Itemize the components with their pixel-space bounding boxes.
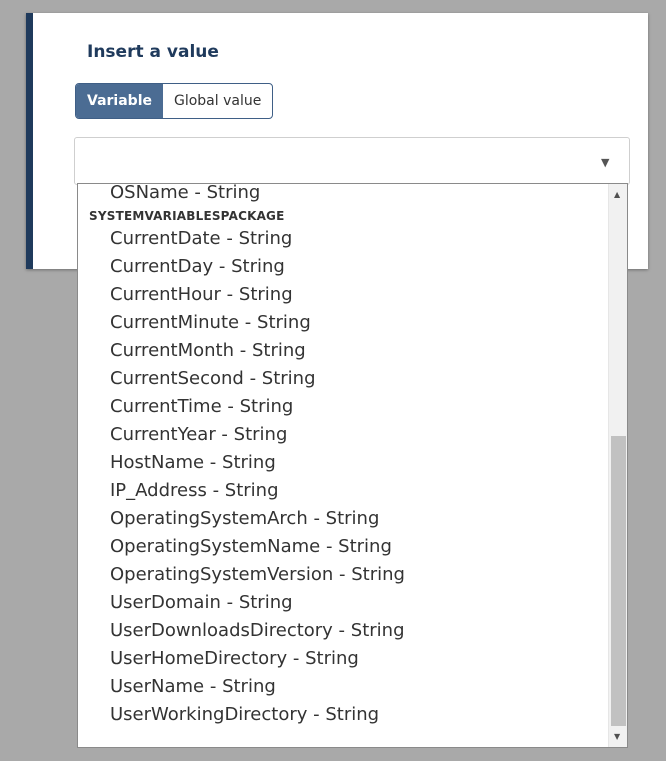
dropdown-items: OSName - String SYSTEMVARIABLESPACKAGE Cur…: [78, 184, 606, 729]
dropdown-option[interactable]: CurrentHour - String: [78, 281, 606, 309]
dropdown-option[interactable]: CurrentSecond - String: [78, 365, 606, 393]
dropdown-option[interactable]: CurrentYear - String: [78, 421, 606, 449]
dropdown-option[interactable]: HostName - String: [78, 449, 606, 477]
dropdown-option[interactable]: UserHomeDirectory - String: [78, 645, 606, 673]
dropdown-option[interactable]: UserWorkingDirectory - String: [78, 701, 606, 729]
dropdown-option[interactable]: UserName - String: [78, 673, 606, 701]
dropdown-option[interactable]: CurrentDay - String: [78, 253, 606, 281]
scrollbar-thumb[interactable]: [611, 436, 626, 727]
dropdown-option[interactable]: OperatingSystemName - String: [78, 533, 606, 561]
dropdown-option[interactable]: OperatingSystemArch - String: [78, 505, 606, 533]
dropdown-option[interactable]: UserDomain - String: [78, 589, 606, 617]
variable-select[interactable]: [74, 137, 630, 185]
tab-global-value[interactable]: Global value: [163, 84, 272, 118]
dropdown-option[interactable]: CurrentDate - String: [78, 225, 606, 253]
dropdown-option[interactable]: IP_Address - String: [78, 477, 606, 505]
dropdown-group-header: SYSTEMVARIABLESPACKAGE: [89, 209, 285, 223]
dropdown-option[interactable]: CurrentTime - String: [78, 393, 606, 421]
dialog-title: Insert a value: [87, 42, 219, 62]
dropdown-option[interactable]: OSName - String: [78, 184, 606, 207]
variable-dropdown-list: OSName - String SYSTEMVARIABLESPACKAGE Cur…: [77, 183, 628, 748]
dropdown-option[interactable]: OperatingSystemVersion - String: [78, 561, 606, 589]
dropdown-option[interactable]: CurrentMonth - String: [78, 337, 606, 365]
dropdown-option[interactable]: CurrentMinute - String: [78, 309, 606, 337]
scroll-up-arrow-icon[interactable]: ▲: [614, 190, 620, 199]
tab-variable[interactable]: Variable: [76, 84, 163, 118]
scroll-down-arrow-icon[interactable]: ▼: [614, 732, 620, 741]
value-type-toggle: Variable Global value: [75, 83, 274, 119]
dropdown-scrollbar[interactable]: ▲ ▼: [608, 184, 627, 747]
chevron-down-icon[interactable]: ▼: [601, 156, 609, 169]
dropdown-option[interactable]: UserDownloadsDirectory - String: [78, 617, 606, 645]
